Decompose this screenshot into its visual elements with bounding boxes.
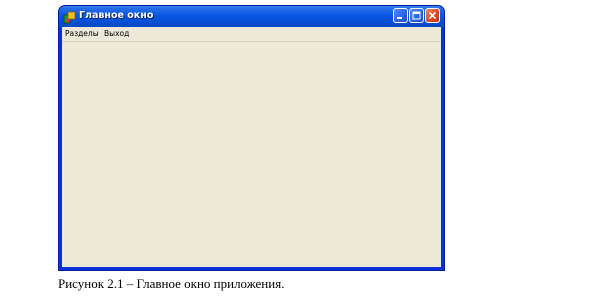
menu-item-razdely[interactable]: Разделы — [65, 29, 99, 38]
minimize-button[interactable] — [393, 8, 408, 23]
app-icon[interactable] — [63, 9, 77, 24]
menu-item-vyhod[interactable]: Выход — [104, 29, 129, 38]
maximize-icon — [412, 11, 421, 20]
window-title: Главное окно — [79, 10, 154, 21]
title-bar[interactable]: Главное окно — [59, 6, 444, 27]
menu-bar: Разделы Выход — [62, 27, 441, 42]
main-content-area — [62, 42, 441, 267]
figure-caption: Рисунок 2.1 – Главное окно приложения. — [58, 276, 285, 291]
main-window: Главное окно Разделы Выход — [58, 5, 445, 271]
window-client-area: Разделы Выход — [62, 27, 441, 267]
close-button[interactable] — [425, 8, 440, 23]
close-icon — [428, 11, 437, 20]
maximize-button[interactable] — [409, 8, 424, 23]
minimize-icon — [397, 17, 402, 19]
